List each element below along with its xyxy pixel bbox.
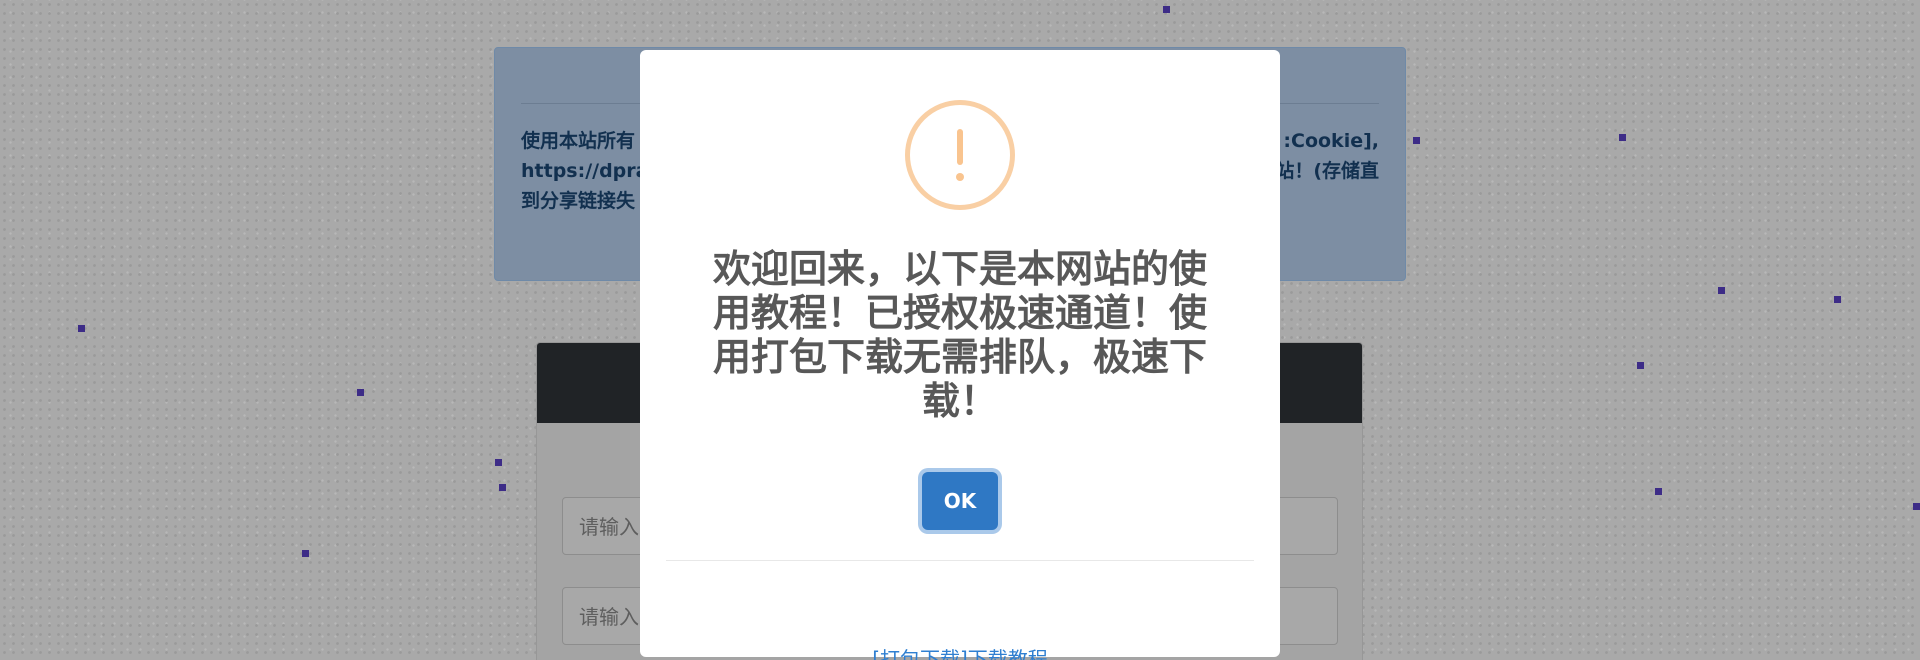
particle-dot <box>1834 296 1841 303</box>
dialog-divider <box>666 560 1254 561</box>
particle-dot <box>495 459 502 466</box>
particle-dot <box>1413 137 1420 144</box>
particle-dot <box>1637 362 1644 369</box>
notice-text-left: 使用本站所有 https://dpran 到分享链接失 <box>521 130 651 212</box>
welcome-dialog: 欢迎回来，以下是本网站的使用教程！已授权极速通道！使用打包下载无需排队，极速下载… <box>640 50 1280 660</box>
particle-dot <box>1655 488 1662 495</box>
download-tutorial-link[interactable]: [打包下载]下载教程 <box>640 644 1280 660</box>
warning-icon-bar <box>957 129 963 165</box>
particle-dot <box>1619 134 1626 141</box>
warning-icon <box>905 100 1015 210</box>
dialog-title: 欢迎回来，以下是本网站的使用教程！已授权极速通道！使用打包下载无需排队，极速下载… <box>712 247 1207 423</box>
particle-dot <box>1163 6 1170 13</box>
particle-dot <box>1913 503 1920 510</box>
warning-icon-dot <box>956 173 964 181</box>
particle-dot <box>499 484 506 491</box>
particle-dot <box>357 389 364 396</box>
particle-dot <box>78 325 85 332</box>
particle-dot <box>302 550 309 557</box>
particle-dot <box>1718 287 1725 294</box>
ok-button[interactable]: OK <box>922 472 998 530</box>
